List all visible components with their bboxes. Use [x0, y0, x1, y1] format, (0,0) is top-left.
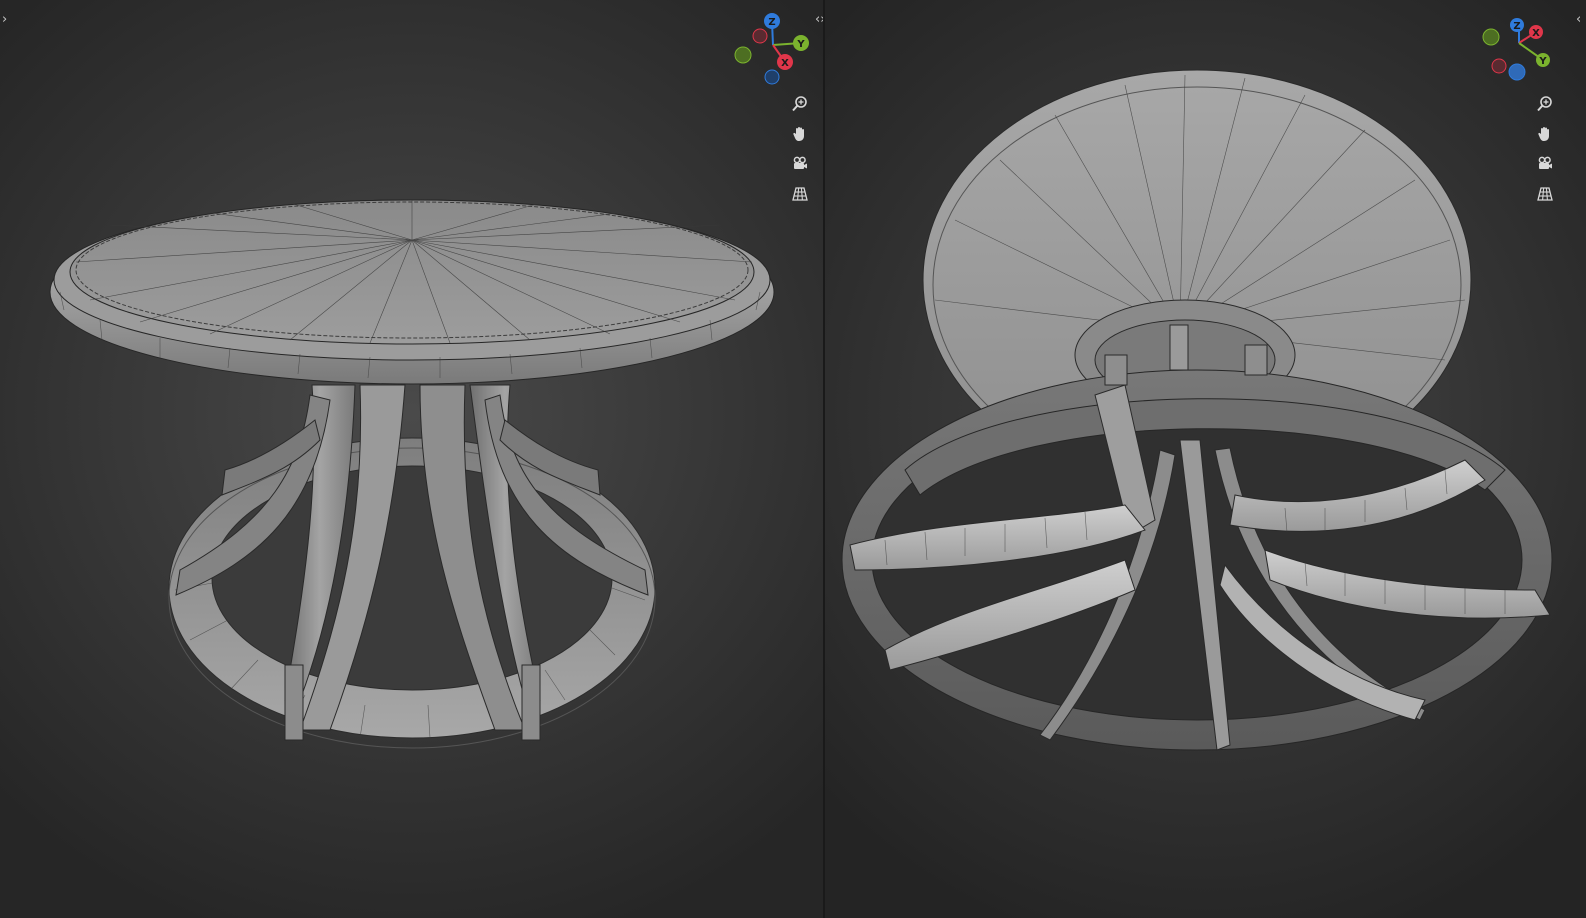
gizmo-z-label: Z: [1513, 21, 1520, 32]
camera-icon[interactable]: [1532, 151, 1558, 177]
zoom-icon[interactable]: [787, 91, 813, 117]
gizmo-x-label: X: [1532, 28, 1540, 39]
gizmo-y-label: Y: [796, 39, 805, 50]
zoom-icon[interactable]: [1532, 91, 1558, 117]
navigation-gizmo[interactable]: Z Y X: [733, 10, 823, 90]
gizmo-z-label: Z: [768, 17, 775, 28]
navigation-gizmo[interactable]: Z X Y: [1479, 10, 1569, 90]
table-model-perspective[interactable]: [0, 0, 823, 918]
gizmo-y-label: Y: [1538, 56, 1547, 67]
gizmo-x-label: X: [781, 58, 789, 69]
viewport-right[interactable]: ‹ Z X Y: [825, 0, 1586, 918]
hand-pan-icon[interactable]: [1532, 121, 1558, 147]
viewport-left[interactable]: › ‹›: [0, 0, 823, 918]
hand-pan-icon[interactable]: [787, 121, 813, 147]
perspective-grid-icon[interactable]: [1532, 181, 1558, 207]
perspective-grid-icon[interactable]: [787, 181, 813, 207]
camera-icon[interactable]: [787, 151, 813, 177]
table-model-underside[interactable]: [825, 0, 1586, 918]
